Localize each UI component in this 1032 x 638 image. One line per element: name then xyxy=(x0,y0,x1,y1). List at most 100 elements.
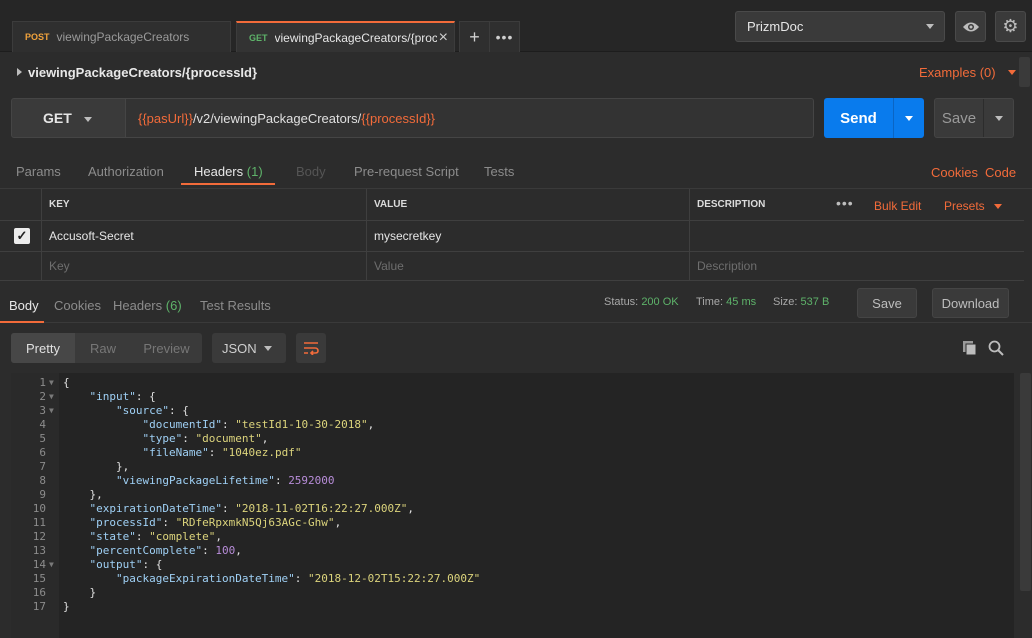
pretty-button[interactable]: Pretty xyxy=(11,333,75,363)
header-description-cell[interactable] xyxy=(690,221,1024,251)
header-key-cell[interactable]: Accusoft-Secret xyxy=(42,221,367,251)
copy-icon[interactable] xyxy=(962,340,978,356)
code-text: }, xyxy=(63,460,130,473)
tab-response-headers[interactable]: Headers (6) xyxy=(113,298,182,313)
preview-button[interactable]: Preview xyxy=(131,333,202,363)
line-number: 14 xyxy=(32,558,46,571)
fold-arrow-icon[interactable]: ▼ xyxy=(49,404,54,418)
chevron-down-icon[interactable] xyxy=(905,115,913,121)
request-breadcrumb[interactable]: viewingPackageCreators/{processId} xyxy=(17,62,257,82)
environment-label: PrizmDoc xyxy=(747,19,804,34)
search-icon[interactable] xyxy=(988,340,1004,356)
divider xyxy=(983,99,984,137)
eye-icon xyxy=(962,22,979,31)
format-select[interactable]: JSON xyxy=(212,333,286,363)
code-text: "type": "document", xyxy=(142,432,269,445)
status-readout: Status: 200 OK xyxy=(604,296,679,308)
line-number: 1 xyxy=(39,376,46,389)
header-value-cell[interactable]: mysecretkey xyxy=(367,221,690,251)
line-number: 8 xyxy=(39,474,46,487)
table-row-empty: Key Value Description xyxy=(0,252,1024,281)
code-link[interactable]: Code xyxy=(985,165,1016,180)
close-icon[interactable]: × xyxy=(439,29,448,47)
code-text: "percentComplete": 100, xyxy=(89,544,242,557)
chevron-down-icon xyxy=(84,117,92,122)
new-description-input[interactable]: Description xyxy=(690,252,1024,280)
gear-icon: ⚙ xyxy=(1002,16,1019,36)
new-value-input[interactable]: Value xyxy=(367,252,690,280)
download-label: Download xyxy=(941,295,1000,311)
response-headers-count-badge: (6) xyxy=(165,298,182,313)
new-tab-button[interactable]: + xyxy=(459,21,490,52)
bulk-edit-link[interactable]: Bulk Edit xyxy=(874,199,921,213)
wrap-lines-button[interactable] xyxy=(296,333,326,363)
more-icon[interactable]: ••• xyxy=(836,195,854,211)
environment-quick-look-button[interactable] xyxy=(955,11,986,42)
checkbox-checked[interactable]: ✓ xyxy=(14,228,30,244)
response-body-editor[interactable]: 1 ▼{2 ▼ "input": {3 ▼ "source": {4 "documen… xyxy=(11,373,1014,638)
tab-test-results[interactable]: Test Results xyxy=(200,298,271,313)
tab-headers[interactable]: Headers (1) xyxy=(194,164,263,179)
code-text: "viewingPackageLifetime": 2592000 xyxy=(115,474,335,487)
environment-select[interactable]: PrizmDoc xyxy=(735,11,945,42)
tab-response-headers-label: Headers xyxy=(113,298,163,313)
manage-environments-button[interactable]: ⚙ xyxy=(995,11,1026,42)
new-key-input[interactable]: Key xyxy=(42,252,367,280)
save-response-button[interactable]: Save xyxy=(857,288,917,318)
line-number: 12 xyxy=(32,530,46,543)
code-text: "output": { xyxy=(89,558,163,571)
fold-arrow-icon[interactable]: ▼ xyxy=(49,390,54,404)
scrollbar[interactable] xyxy=(1019,57,1030,87)
request-tabs: Params Authorization Headers (1) Body Pr… xyxy=(0,152,1032,189)
tab-name: viewingPackageCreators xyxy=(56,30,190,44)
format-label: JSON xyxy=(222,340,257,356)
tab-params[interactable]: Params xyxy=(16,164,61,179)
code-text: "processId": "RDfeRpxmkN5Qj63AGc-Ghw", xyxy=(89,516,342,529)
tab-tests[interactable]: Tests xyxy=(484,164,514,179)
line-number: 4 xyxy=(39,418,46,431)
line-number: 10 xyxy=(32,502,46,515)
caret-right-icon xyxy=(17,68,22,76)
code-text: "expirationDateTime": "2018-11-02T16:22:… xyxy=(89,502,415,515)
key-column-header: KEY xyxy=(42,189,367,220)
save-request-button[interactable]: Save xyxy=(934,98,1014,138)
line-number: 9 xyxy=(39,488,46,501)
active-tab-indicator xyxy=(0,321,44,323)
tab-response-body[interactable]: Body xyxy=(9,298,39,313)
request-title: viewingPackageCreators/{processId} xyxy=(28,64,258,80)
tab-response-cookies[interactable]: Cookies xyxy=(54,298,101,313)
presets-dropdown[interactable]: Presets xyxy=(944,199,1002,213)
code-text: } xyxy=(63,586,97,599)
size-value: 537 B xyxy=(800,296,830,308)
send-button[interactable]: Send xyxy=(824,98,924,138)
raw-button[interactable]: Raw xyxy=(75,333,131,363)
value-column-header: VALUE xyxy=(367,189,690,220)
line-number: 15 xyxy=(32,572,46,585)
request-tab-post[interactable]: POST viewingPackageCreators xyxy=(12,21,231,52)
scrollbar[interactable] xyxy=(1020,373,1031,591)
fold-arrow-icon[interactable]: ▼ xyxy=(49,376,54,390)
tab-body[interactable]: Body xyxy=(296,164,326,179)
fold-arrow-icon[interactable]: ▼ xyxy=(49,558,54,572)
tab-authorization[interactable]: Authorization xyxy=(88,164,164,179)
code-text: }, xyxy=(63,488,103,501)
request-tab-get-active[interactable]: GET viewingPackageCreators/{proce × xyxy=(236,21,455,52)
tab-options-button[interactable]: ••• xyxy=(489,21,520,52)
size-label: Size: xyxy=(773,296,798,308)
chevron-down-icon[interactable] xyxy=(995,115,1003,121)
examples-dropdown[interactable]: Examples (0) xyxy=(919,65,1016,80)
tab-pre-request-script[interactable]: Pre-request Script xyxy=(354,164,459,179)
plus-icon: + xyxy=(469,26,480,47)
code-text: "state": "complete", xyxy=(89,530,222,543)
size-readout: Size: 537 B xyxy=(773,296,829,308)
line-number: 7 xyxy=(39,460,46,473)
method-select[interactable]: GET xyxy=(11,98,126,138)
cookies-link[interactable]: Cookies xyxy=(931,165,978,180)
line-number: 17 xyxy=(32,600,46,613)
download-button[interactable]: Download xyxy=(932,288,1009,318)
time-value: 45 ms xyxy=(726,296,757,308)
url-variable: {{pasUrl}} xyxy=(138,110,193,126)
url-variable: {{processId}} xyxy=(361,110,436,126)
url-input[interactable]: {{pasUrl}} /v2/viewingPackageCreators/ {… xyxy=(126,98,814,138)
code-text: "fileName": "1040ez.pdf" xyxy=(142,446,302,459)
